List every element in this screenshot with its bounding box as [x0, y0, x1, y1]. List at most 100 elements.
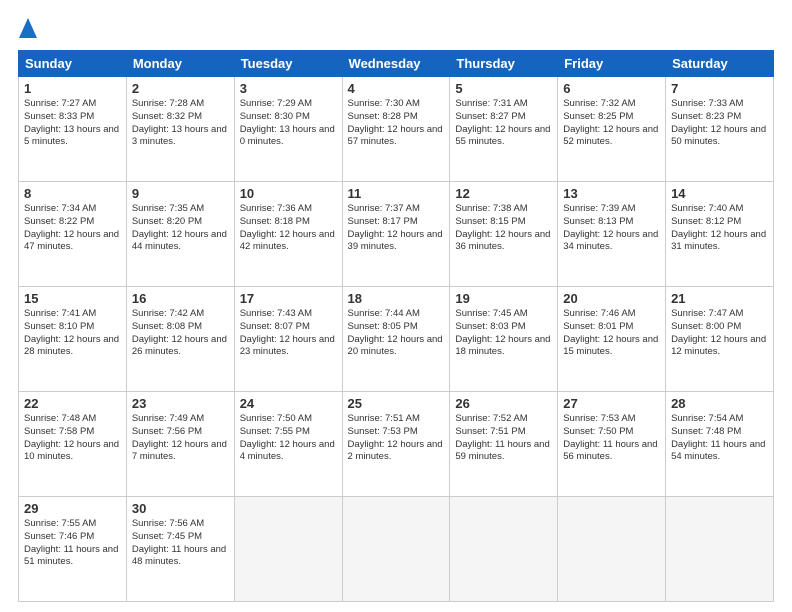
table-row: 10 Sunrise: 7:36 AMSunset: 8:18 PMDaylig… [234, 182, 342, 287]
table-row: 17 Sunrise: 7:43 AMSunset: 8:07 PMDaylig… [234, 287, 342, 392]
table-row: 4 Sunrise: 7:30 AMSunset: 8:28 PMDayligh… [342, 77, 450, 182]
table-row: 14 Sunrise: 7:40 AMSunset: 8:12 PMDaylig… [666, 182, 774, 287]
day-number: 23 [132, 396, 229, 411]
day-number: 25 [348, 396, 445, 411]
day-number: 30 [132, 501, 229, 516]
table-row: 29 Sunrise: 7:55 AMSunset: 7:46 PMDaylig… [19, 497, 127, 602]
table-row: 18 Sunrise: 7:44 AMSunset: 8:05 PMDaylig… [342, 287, 450, 392]
table-row: 5 Sunrise: 7:31 AMSunset: 8:27 PMDayligh… [450, 77, 558, 182]
table-row: 27 Sunrise: 7:53 AMSunset: 7:50 PMDaylig… [558, 392, 666, 497]
day-info: Sunrise: 7:54 AMSunset: 7:48 PMDaylight:… [671, 413, 768, 464]
day-number: 22 [24, 396, 121, 411]
day-number: 26 [455, 396, 552, 411]
table-row: 2 Sunrise: 7:28 AMSunset: 8:32 PMDayligh… [126, 77, 234, 182]
day-info: Sunrise: 7:42 AMSunset: 8:08 PMDaylight:… [132, 308, 229, 359]
day-number: 21 [671, 291, 768, 306]
day-info: Sunrise: 7:45 AMSunset: 8:03 PMDaylight:… [455, 308, 552, 359]
table-row: 8 Sunrise: 7:34 AMSunset: 8:22 PMDayligh… [19, 182, 127, 287]
logo-icon [19, 18, 37, 40]
day-info: Sunrise: 7:53 AMSunset: 7:50 PMDaylight:… [563, 413, 660, 464]
table-row: 28 Sunrise: 7:54 AMSunset: 7:48 PMDaylig… [666, 392, 774, 497]
day-number: 14 [671, 186, 768, 201]
day-info: Sunrise: 7:33 AMSunset: 8:23 PMDaylight:… [671, 98, 768, 149]
day-info: Sunrise: 7:27 AMSunset: 8:33 PMDaylight:… [24, 98, 121, 149]
logo [18, 18, 37, 40]
day-number: 27 [563, 396, 660, 411]
table-row: 23 Sunrise: 7:49 AMSunset: 7:56 PMDaylig… [126, 392, 234, 497]
empty-cell [342, 497, 450, 602]
day-number: 20 [563, 291, 660, 306]
empty-cell [234, 497, 342, 602]
col-friday: Friday [558, 51, 666, 77]
day-number: 11 [348, 186, 445, 201]
empty-cell [450, 497, 558, 602]
day-number: 13 [563, 186, 660, 201]
table-row: 3 Sunrise: 7:29 AMSunset: 8:30 PMDayligh… [234, 77, 342, 182]
day-number: 12 [455, 186, 552, 201]
day-info: Sunrise: 7:32 AMSunset: 8:25 PMDaylight:… [563, 98, 660, 149]
day-number: 5 [455, 81, 552, 96]
empty-cell [666, 497, 774, 602]
day-info: Sunrise: 7:44 AMSunset: 8:05 PMDaylight:… [348, 308, 445, 359]
col-thursday: Thursday [450, 51, 558, 77]
day-info: Sunrise: 7:52 AMSunset: 7:51 PMDaylight:… [455, 413, 552, 464]
day-info: Sunrise: 7:55 AMSunset: 7:46 PMDaylight:… [24, 518, 121, 569]
table-row: 6 Sunrise: 7:32 AMSunset: 8:25 PMDayligh… [558, 77, 666, 182]
day-info: Sunrise: 7:47 AMSunset: 8:00 PMDaylight:… [671, 308, 768, 359]
calendar-header-row: Sunday Monday Tuesday Wednesday Thursday… [19, 51, 774, 77]
day-number: 24 [240, 396, 337, 411]
day-number: 16 [132, 291, 229, 306]
day-info: Sunrise: 7:50 AMSunset: 7:55 PMDaylight:… [240, 413, 337, 464]
day-info: Sunrise: 7:46 AMSunset: 8:01 PMDaylight:… [563, 308, 660, 359]
col-tuesday: Tuesday [234, 51, 342, 77]
day-info: Sunrise: 7:28 AMSunset: 8:32 PMDaylight:… [132, 98, 229, 149]
day-number: 3 [240, 81, 337, 96]
day-info: Sunrise: 7:35 AMSunset: 8:20 PMDaylight:… [132, 203, 229, 254]
table-row: 26 Sunrise: 7:52 AMSunset: 7:51 PMDaylig… [450, 392, 558, 497]
table-row: 15 Sunrise: 7:41 AMSunset: 8:10 PMDaylig… [19, 287, 127, 392]
day-info: Sunrise: 7:40 AMSunset: 8:12 PMDaylight:… [671, 203, 768, 254]
table-row: 20 Sunrise: 7:46 AMSunset: 8:01 PMDaylig… [558, 287, 666, 392]
col-saturday: Saturday [666, 51, 774, 77]
header [18, 18, 774, 40]
day-info: Sunrise: 7:31 AMSunset: 8:27 PMDaylight:… [455, 98, 552, 149]
day-info: Sunrise: 7:37 AMSunset: 8:17 PMDaylight:… [348, 203, 445, 254]
table-row: 9 Sunrise: 7:35 AMSunset: 8:20 PMDayligh… [126, 182, 234, 287]
table-row: 25 Sunrise: 7:51 AMSunset: 7:53 PMDaylig… [342, 392, 450, 497]
table-row: 24 Sunrise: 7:50 AMSunset: 7:55 PMDaylig… [234, 392, 342, 497]
day-info: Sunrise: 7:36 AMSunset: 8:18 PMDaylight:… [240, 203, 337, 254]
day-number: 18 [348, 291, 445, 306]
col-sunday: Sunday [19, 51, 127, 77]
table-row: 22 Sunrise: 7:48 AMSunset: 7:58 PMDaylig… [19, 392, 127, 497]
day-info: Sunrise: 7:38 AMSunset: 8:15 PMDaylight:… [455, 203, 552, 254]
table-row: 21 Sunrise: 7:47 AMSunset: 8:00 PMDaylig… [666, 287, 774, 392]
day-info: Sunrise: 7:51 AMSunset: 7:53 PMDaylight:… [348, 413, 445, 464]
day-number: 4 [348, 81, 445, 96]
day-number: 7 [671, 81, 768, 96]
table-row: 13 Sunrise: 7:39 AMSunset: 8:13 PMDaylig… [558, 182, 666, 287]
table-row: 19 Sunrise: 7:45 AMSunset: 8:03 PMDaylig… [450, 287, 558, 392]
calendar-week-4: 22 Sunrise: 7:48 AMSunset: 7:58 PMDaylig… [19, 392, 774, 497]
day-info: Sunrise: 7:41 AMSunset: 8:10 PMDaylight:… [24, 308, 121, 359]
day-info: Sunrise: 7:43 AMSunset: 8:07 PMDaylight:… [240, 308, 337, 359]
page: Sunday Monday Tuesday Wednesday Thursday… [0, 0, 792, 612]
day-info: Sunrise: 7:39 AMSunset: 8:13 PMDaylight:… [563, 203, 660, 254]
col-monday: Monday [126, 51, 234, 77]
day-info: Sunrise: 7:49 AMSunset: 7:56 PMDaylight:… [132, 413, 229, 464]
table-row: 12 Sunrise: 7:38 AMSunset: 8:15 PMDaylig… [450, 182, 558, 287]
day-number: 29 [24, 501, 121, 516]
empty-cell [558, 497, 666, 602]
day-number: 15 [24, 291, 121, 306]
day-number: 28 [671, 396, 768, 411]
day-number: 1 [24, 81, 121, 96]
calendar-table: Sunday Monday Tuesday Wednesday Thursday… [18, 50, 774, 602]
day-number: 2 [132, 81, 229, 96]
day-number: 19 [455, 291, 552, 306]
day-info: Sunrise: 7:56 AMSunset: 7:45 PMDaylight:… [132, 518, 229, 569]
table-row: 16 Sunrise: 7:42 AMSunset: 8:08 PMDaylig… [126, 287, 234, 392]
day-info: Sunrise: 7:29 AMSunset: 8:30 PMDaylight:… [240, 98, 337, 149]
calendar-week-5: 29 Sunrise: 7:55 AMSunset: 7:46 PMDaylig… [19, 497, 774, 602]
day-info: Sunrise: 7:30 AMSunset: 8:28 PMDaylight:… [348, 98, 445, 149]
calendar-week-2: 8 Sunrise: 7:34 AMSunset: 8:22 PMDayligh… [19, 182, 774, 287]
table-row: 30 Sunrise: 7:56 AMSunset: 7:45 PMDaylig… [126, 497, 234, 602]
